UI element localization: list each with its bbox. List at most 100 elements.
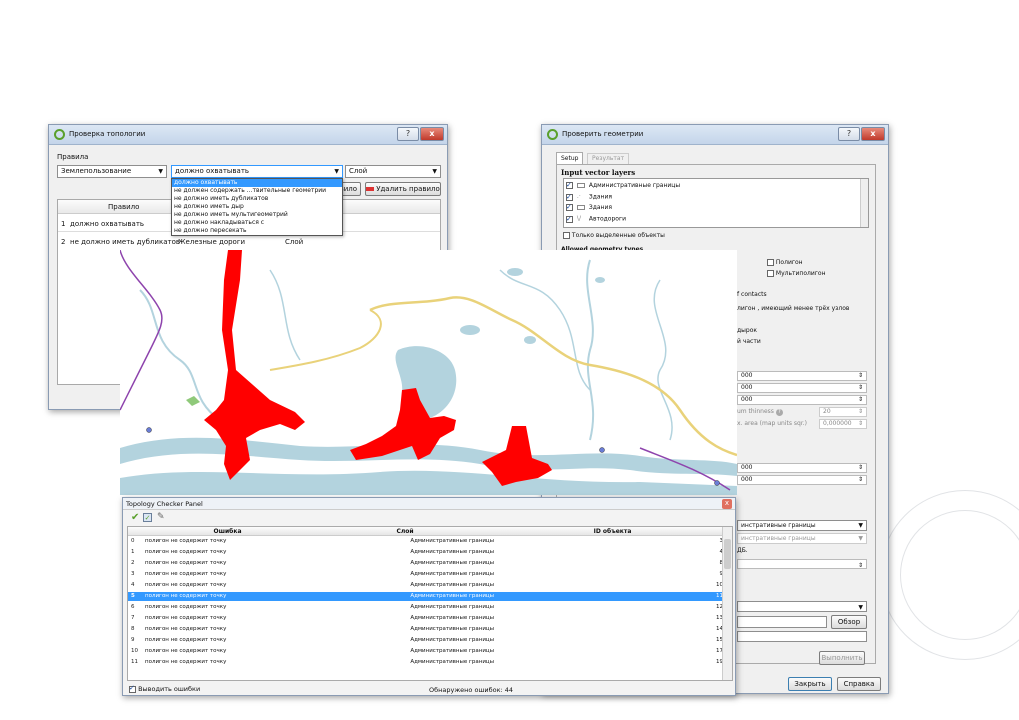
close-button[interactable]: x bbox=[420, 127, 444, 141]
table-row[interactable]: 6 полигон не содержит точку Административн… bbox=[128, 603, 723, 612]
dropdown-option[interactable]: не должен содержать ...твительные геомет… bbox=[172, 187, 342, 195]
row-object-id: 14 bbox=[716, 626, 723, 632]
scrollbar-thumb[interactable] bbox=[724, 539, 731, 569]
table-row[interactable]: 8 полигон не содержит точку Административн… bbox=[128, 625, 723, 634]
layer-item[interactable]: .· Здания bbox=[566, 192, 612, 202]
table-row[interactable]: 1 полигон не содержит точку Административн… bbox=[128, 548, 723, 557]
layer-checkbox[interactable] bbox=[566, 202, 573, 212]
overlap-input-1[interactable]: 000 ⇕ bbox=[737, 463, 867, 473]
row-index: 2 bbox=[131, 560, 135, 566]
table-row[interactable]: 7 полигон не содержит точку Административн… bbox=[128, 614, 723, 623]
errors-table-header: Ошибка Слой ID объекта bbox=[128, 527, 722, 536]
only-selected-option[interactable]: Только выделенные объекты bbox=[563, 232, 665, 239]
configure-rules-icon[interactable]: ✎ bbox=[157, 512, 165, 522]
show-errors-option[interactable]: Выводить ошибки bbox=[129, 684, 200, 693]
reference-layer-combo-disabled[interactable]: инстративные границы ▼ bbox=[737, 533, 867, 544]
tolerance-input-2[interactable]: 000 ⇕ bbox=[737, 383, 867, 393]
map-point bbox=[599, 447, 605, 453]
panel-close-icon[interactable]: x bbox=[722, 499, 732, 509]
row-object-id: 8 bbox=[500, 559, 725, 568]
row-error: полигон не содержит точку bbox=[145, 571, 227, 577]
row-object-id: 19 bbox=[716, 659, 723, 665]
dropdown-option[interactable]: не должно иметь дыр bbox=[172, 203, 342, 211]
dropdown-option[interactable]: должно охватывать bbox=[172, 179, 342, 187]
tab-setup[interactable]: Setup bbox=[556, 152, 584, 164]
only-selected-checkbox[interactable] bbox=[563, 232, 570, 239]
help-button[interactable]: ? bbox=[397, 127, 419, 141]
tolerance-input-1[interactable]: 000 ⇕ bbox=[737, 371, 867, 381]
layer-checkbox[interactable] bbox=[566, 180, 573, 190]
dropdown-option[interactable]: не должно иметь дубликатов bbox=[172, 195, 342, 203]
output-field[interactable] bbox=[737, 631, 867, 642]
tolerance-input-3[interactable]: 000 ⇕ bbox=[737, 395, 867, 405]
column-header-rule: Правило bbox=[108, 203, 140, 211]
predicate-combo[interactable]: должно охватывать ▼ bbox=[171, 165, 343, 178]
validate-all-icon[interactable]: ✔ bbox=[131, 512, 139, 523]
polygon-checkbox[interactable] bbox=[767, 259, 774, 266]
dialog-help-button[interactable]: Справка bbox=[837, 677, 881, 691]
row-layer: Административные границы bbox=[410, 538, 494, 544]
multipolygon-checkbox[interactable] bbox=[767, 270, 774, 277]
show-errors-checkbox[interactable] bbox=[129, 684, 136, 693]
table-row[interactable]: 2 не должно иметь дубликатов Железные до… bbox=[58, 234, 440, 250]
thinness-input[interactable]: 20 ⇕ bbox=[819, 407, 867, 417]
layer-checkbox[interactable] bbox=[566, 192, 573, 202]
spin-input[interactable]: ⇕ bbox=[737, 559, 867, 569]
delete-rule-button[interactable]: Удалить правило bbox=[365, 182, 441, 196]
row-error: полигон не содержит точку bbox=[145, 637, 227, 643]
table-row[interactable]: 2 полигон не содержит точку Административн… bbox=[128, 559, 725, 568]
layer-list-scrollbar[interactable] bbox=[860, 179, 868, 227]
thinness-value: 20 bbox=[823, 408, 831, 415]
layer-combo[interactable]: Землепользование ▼ bbox=[57, 165, 167, 178]
table-row[interactable]: 0 полигон не содержит точку Административн… bbox=[128, 537, 723, 546]
tolerance-value: 000 bbox=[741, 384, 753, 391]
table-row[interactable]: 11 полигон не содержит точку Административ… bbox=[128, 658, 723, 667]
table-row[interactable]: 4 полигон не содержит точку Административн… bbox=[128, 581, 723, 590]
line-icon: \/ bbox=[576, 215, 581, 222]
table-row[interactable]: 3 полигон не содержит точку Административн… bbox=[128, 570, 725, 579]
map-canvas[interactable] bbox=[120, 250, 737, 495]
overlap-input-2[interactable]: 000 ⇕ bbox=[737, 475, 867, 485]
thinness-label: um thinness ? bbox=[737, 408, 783, 416]
column-header-id[interactable]: ID объекта bbox=[500, 527, 725, 536]
help-button[interactable]: ? bbox=[838, 127, 860, 141]
multipolygon-option[interactable]: Мультиполигон bbox=[767, 270, 826, 277]
polygon-option[interactable]: Полигон bbox=[767, 259, 803, 266]
dialog-close-button[interactable]: Закрыть bbox=[788, 677, 832, 691]
column-header-error[interactable]: Ошибка bbox=[145, 527, 310, 536]
geometry-dialog-titlebar: Проверить геометрии ? x bbox=[542, 125, 888, 145]
table-row[interactable]: 9 полигон не содержит точку Административн… bbox=[128, 636, 723, 645]
layer-item[interactable]: Административные границы bbox=[566, 180, 680, 191]
layer-item[interactable]: Здания bbox=[566, 202, 612, 213]
target-layer-combo[interactable]: Слой ▼ bbox=[345, 165, 441, 178]
dropdown-option[interactable]: не должно иметь мультигеометрий bbox=[172, 211, 342, 219]
map-svg bbox=[120, 250, 737, 495]
errors-count: Обнаружено ошибок: 44 bbox=[429, 686, 514, 694]
close-button[interactable]: x bbox=[861, 127, 885, 141]
errors-table-scrollbar[interactable] bbox=[722, 527, 732, 680]
dropdown-option[interactable]: не должно пересекать bbox=[172, 227, 342, 235]
small-lake bbox=[524, 336, 536, 344]
browse-button[interactable]: Обзор bbox=[831, 615, 867, 629]
output-format-combo[interactable]: ▼ bbox=[737, 601, 867, 612]
table-row[interactable]: 10 полигон не содержит точку Административ… bbox=[128, 647, 723, 656]
only-selected-label: Только выделенные объекты bbox=[571, 232, 665, 239]
tab-result[interactable]: Результат bbox=[587, 153, 630, 164]
fewer-nodes-text: лигон , имеющий менее трёх узлов bbox=[737, 305, 850, 312]
area-value: 0,000000 bbox=[823, 420, 852, 427]
row-object-id: 9 bbox=[500, 570, 725, 579]
table-row[interactable]: 5 полигон не содержит точку Административн… bbox=[128, 592, 723, 601]
column-header-layer[interactable]: Слой bbox=[312, 527, 498, 536]
row-number: 2 bbox=[61, 238, 66, 246]
row-index: 4 bbox=[131, 582, 135, 588]
output-path-input[interactable] bbox=[737, 616, 827, 628]
run-button[interactable]: Выполнить bbox=[819, 651, 865, 665]
area-input[interactable]: 0,000000 ⇕ bbox=[819, 419, 867, 429]
errors-table: Ошибка Слой ID объекта 0 полигон не содер… bbox=[127, 526, 733, 681]
layer-item[interactable]: \/ Автодороги bbox=[566, 214, 626, 224]
layer-checkbox[interactable] bbox=[566, 214, 573, 224]
validate-extent-icon[interactable]: ✓ bbox=[143, 513, 152, 522]
dropdown-option[interactable]: не должно накладываться с bbox=[172, 219, 342, 227]
reference-layer-combo[interactable]: инстративные границы ▼ bbox=[737, 520, 867, 531]
partial-text: ДБ. bbox=[737, 547, 748, 554]
